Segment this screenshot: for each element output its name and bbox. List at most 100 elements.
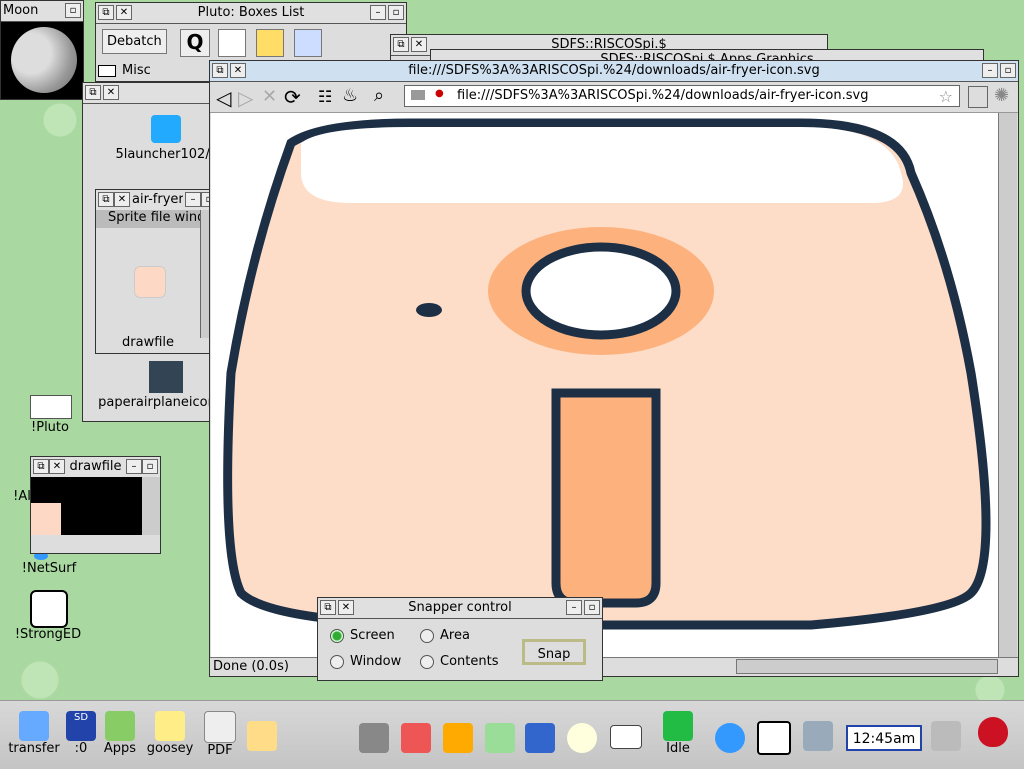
moon-toggle-button[interactable]: ▫ <box>65 3 81 18</box>
folder-app-icon[interactable] <box>244 721 280 751</box>
notebook-icon[interactable] <box>218 29 246 57</box>
icon-bar: transfer SD:0 Apps goosey PDF Idle 12:45… <box>0 700 1024 769</box>
pluto-title: Pluto: Boxes List <box>197 5 305 20</box>
pluto-desktop-icon[interactable] <box>30 395 72 419</box>
forward-arrow-icon[interactable]: ▷ <box>238 86 253 110</box>
browser-iconise-button[interactable]: – <box>982 63 998 78</box>
radio-area[interactable]: Area <box>420 628 470 643</box>
snap-button[interactable]: Snap <box>522 639 586 665</box>
launcher-file-label: 5launcher102/z <box>115 147 217 162</box>
sprite-iconise-button[interactable]: – <box>185 192 201 207</box>
drawfile-title: drawfile <box>69 459 122 474</box>
pluto-bar-icon[interactable] <box>608 725 644 749</box>
stronged-bar-icon[interactable] <box>756 721 792 755</box>
debatch-button[interactable]: Debatch <box>102 29 167 54</box>
pluto-close-button[interactable]: ✕ <box>116 5 132 20</box>
launcher-file-icon[interactable] <box>151 115 181 143</box>
sdfs-root-close-button[interactable]: ✕ <box>411 37 427 52</box>
misc-envelope-icon <box>98 65 116 77</box>
pencil-icon[interactable] <box>294 29 322 57</box>
browser-vscroll[interactable] <box>998 113 1017 658</box>
palette-icon[interactable] <box>440 723 476 753</box>
sprite-close-button[interactable]: ✕ <box>114 192 130 207</box>
hotlist-icon[interactable]: ♨ <box>342 85 358 106</box>
stronged-fist-icon[interactable] <box>30 590 68 628</box>
snapper-iconise-button[interactable]: – <box>566 600 582 615</box>
moon-icon <box>11 27 77 93</box>
folder-icon <box>411 90 425 100</box>
snapper-back-button[interactable]: ⧉ <box>320 600 336 615</box>
drawfile-close-button[interactable]: ✕ <box>49 459 65 474</box>
apps-label: Apps <box>103 741 137 756</box>
radio-contents-label: Contents <box>440 654 499 669</box>
transfer-usb-icon[interactable]: transfer <box>6 711 62 756</box>
snapper-toggle-button[interactable]: ▫ <box>584 600 600 615</box>
transfer-label: transfer <box>8 741 60 756</box>
arrows-icon[interactable] <box>256 29 284 57</box>
filer-close-button[interactable]: ✕ <box>103 85 119 100</box>
four-icon[interactable] <box>522 723 558 753</box>
camera-icon[interactable] <box>356 723 392 753</box>
radio-screen-label: Screen <box>350 628 395 643</box>
radio-area-label: Area <box>440 628 470 643</box>
radio-screen[interactable]: Screen <box>330 628 395 643</box>
browser-close-button[interactable]: ✕ <box>230 63 246 78</box>
url-text: file:///SDFS%3A%3ARISCOSpi.%24/downloads… <box>457 88 869 103</box>
bookmark-star-icon[interactable]: ☆ <box>939 87 953 106</box>
info-sun-icon[interactable] <box>564 723 600 753</box>
paint-icon[interactable] <box>398 723 434 753</box>
monitor-icon[interactable] <box>928 721 964 751</box>
browser-title: file:///SDFS%3A%3ARISCOSpi.%24/downloads… <box>408 63 820 78</box>
reload-icon[interactable]: ⟳ <box>284 85 301 109</box>
goosey-icon[interactable]: goosey <box>144 711 196 756</box>
png-file-label: paperairplaneicon <box>98 395 216 410</box>
stronged-label: !StrongED <box>14 627 82 642</box>
netsurf-globe-icon[interactable] <box>712 723 748 753</box>
pluto-iconise-button[interactable]: – <box>370 5 386 20</box>
pdf-label: PDF <box>207 743 233 758</box>
radio-window[interactable]: Window <box>330 654 401 669</box>
apps-icon[interactable]: Apps <box>100 711 140 756</box>
quit-q-icon[interactable]: Q <box>180 29 210 57</box>
drawfile-iconise-button[interactable]: – <box>126 459 142 474</box>
pluto-back-button[interactable]: ⧉ <box>98 5 114 20</box>
moon-title: Moon <box>3 3 39 18</box>
screen-grab-icon[interactable] <box>800 721 836 751</box>
browser-content <box>211 113 999 658</box>
sprite-back-button[interactable]: ⧉ <box>98 192 114 207</box>
drawfile-scrollbar[interactable] <box>142 477 160 535</box>
sdfs-root-back-button[interactable]: ⧉ <box>393 37 409 52</box>
radio-contents[interactable]: Contents <box>420 654 498 669</box>
history-icon[interactable]: ☷ <box>318 87 332 106</box>
drawfile-toggle-button[interactable]: ▫ <box>142 459 158 474</box>
url-field[interactable]: ● file:///SDFS%3A%3ARISCOSpi.%24/downloa… <box>404 85 960 107</box>
air-fryer-sprite-icon[interactable] <box>134 266 166 298</box>
page-info-icon[interactable] <box>968 86 988 108</box>
fryer-dial <box>521 242 681 340</box>
moon-window: Moon ▫ <box>0 0 84 100</box>
filer-back-button[interactable]: ⧉ <box>85 85 101 100</box>
raspberry-pi-icon[interactable] <box>976 717 1010 747</box>
idle-label: Idle <box>666 741 690 756</box>
browser-hscroll[interactable] <box>736 659 998 674</box>
snapper-title: Snapper control <box>408 600 512 615</box>
pluto-toggle-button[interactable]: ▫ <box>388 5 404 20</box>
clock-display[interactable]: 12:45am <box>846 725 922 751</box>
idle-icon[interactable]: Idle <box>656 711 700 756</box>
netsurf-label: !NetSurf <box>21 561 77 576</box>
pdf-icon[interactable]: PDF <box>200 711 240 758</box>
goosey-label: goosey <box>146 741 194 756</box>
browser-back-window-button[interactable]: ⧉ <box>212 63 228 78</box>
snapper-close-button[interactable]: ✕ <box>338 600 354 615</box>
png-file-icon[interactable] <box>149 361 183 393</box>
drive-label: :0 <box>74 741 88 756</box>
back-arrow-icon[interactable]: ◁ <box>216 86 231 110</box>
browser-toggle-button[interactable]: ▫ <box>1000 63 1016 78</box>
browser-window: ⧉ ✕ file:///SDFS%3A%3ARISCOSpi.%24/downl… <box>209 60 1019 677</box>
drawfile-back-button[interactable]: ⧉ <box>33 459 49 474</box>
stop-icon[interactable]: ✕ <box>262 86 277 107</box>
draw-icon[interactable] <box>482 723 518 753</box>
air-fryer-svg <box>223 118 991 630</box>
sd-drive-icon[interactable]: SD:0 <box>66 711 96 756</box>
search-icon[interactable]: ⌕ <box>374 85 384 106</box>
